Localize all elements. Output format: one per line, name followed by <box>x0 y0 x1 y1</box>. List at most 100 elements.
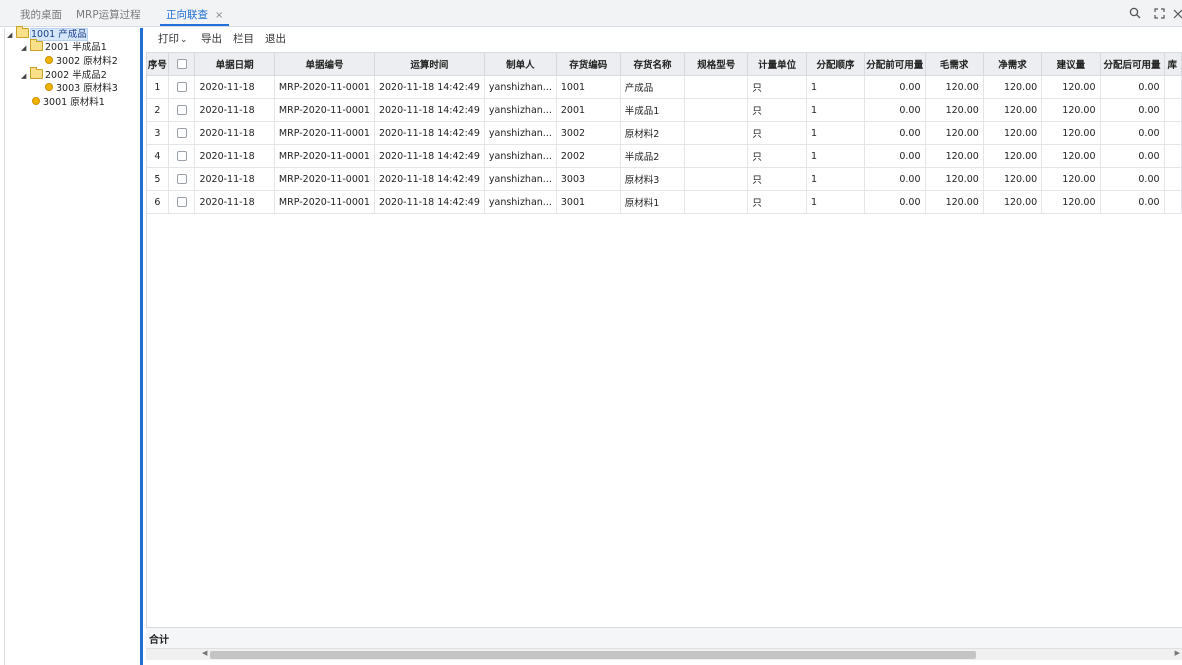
column-header[interactable]: 制单人 <box>483 52 557 76</box>
tree-node-2001[interactable]: ◢ 2001 半成品1 <box>21 39 107 55</box>
table-cell: 1 <box>806 144 865 168</box>
table-cell: 120.00 <box>982 121 1043 145</box>
column-header[interactable]: 库 <box>1163 52 1182 76</box>
column-header[interactable]: 净需求 <box>982 52 1043 76</box>
panel-splitter[interactable] <box>140 28 143 665</box>
table-cell: 2020-11-18 14:42:49 <box>373 75 485 99</box>
search-icon[interactable] <box>1126 4 1144 22</box>
table-cell: 原材料1 <box>619 190 686 214</box>
tree-node-3002[interactable]: 3002 原材料2 <box>45 55 118 69</box>
table-cell: 0.00 <box>1099 167 1165 191</box>
tab-close-icon[interactable]: × <box>215 10 223 21</box>
scroll-left-icon[interactable]: ◀ <box>202 649 207 657</box>
bom-tree: ◢ 1001 产成品 ◢ 2001 半成品1 3002 原材料2 ◢ 2002 半成品… <box>4 26 140 665</box>
columns-button[interactable]: 栏目 <box>233 28 254 50</box>
table-cell: 只 <box>747 167 808 191</box>
print-button[interactable]: 打印⌄ <box>158 28 188 50</box>
table-cell: 0.00 <box>1099 98 1165 122</box>
table-row[interactable]: 5 2020-11-18 MRP-2020-11-0001 2020-11-18 14… <box>146 167 1182 191</box>
expand-arrow-icon[interactable]: ◢ <box>21 41 30 55</box>
select-all-checkbox[interactable] <box>167 52 196 76</box>
table-cell: 1001 <box>555 75 621 99</box>
column-header[interactable]: 单据日期 <box>194 52 275 76</box>
table-cell: 2020-11-18 <box>194 190 275 214</box>
table-cell: 2020-11-18 <box>194 75 275 99</box>
expand-arrow-icon[interactable]: ◢ <box>21 69 30 83</box>
leaf-node-icon <box>45 83 53 91</box>
tree-node-3001[interactable]: 3001 原材料1 <box>32 96 105 110</box>
row-checkbox[interactable] <box>167 98 196 122</box>
column-header[interactable]: 单据编号 <box>273 52 375 76</box>
table-cell <box>1163 75 1182 99</box>
table-row[interactable]: 4 2020-11-18 MRP-2020-11-0001 2020-11-18 14… <box>146 144 1182 168</box>
leaf-node-icon <box>45 56 53 64</box>
column-header[interactable]: 存货名称 <box>619 52 686 76</box>
table-row[interactable]: 3 2020-11-18 MRP-2020-11-0001 2020-11-18 14… <box>146 121 1182 145</box>
tree-node-1001[interactable]: ◢ 1001 产成品 <box>7 26 88 42</box>
tab-mrp-process[interactable]: MRP运算过程 <box>76 0 141 26</box>
table-cell: 120.00 <box>982 190 1043 214</box>
tree-node-2002[interactable]: ◢ 2002 半成品2 <box>21 67 107 83</box>
table-cell: 0.00 <box>1099 144 1165 168</box>
tree-node-3003[interactable]: 3003 原材料3 <box>45 82 118 96</box>
table-cell <box>684 144 749 168</box>
tab-forward-query[interactable]: 正向联查 × <box>160 0 230 26</box>
table-cell: 3002 <box>555 121 621 145</box>
row-checkbox[interactable] <box>167 75 196 99</box>
table-cell: 2020-11-18 14:42:49 <box>373 121 485 145</box>
table-cell <box>1163 121 1182 145</box>
result-table: 序号 单据日期 单据编号 运算时间 制单人 存货编码 存货名称 规格型号 计量单… <box>146 52 1182 214</box>
column-header[interactable]: 毛需求 <box>924 52 984 76</box>
table-cell: 0.00 <box>863 144 926 168</box>
row-checkbox[interactable] <box>167 121 196 145</box>
total-label: 合计 <box>149 635 169 646</box>
table-cell: 0.00 <box>1099 190 1165 214</box>
column-header[interactable]: 分配顺序 <box>806 52 865 76</box>
column-header[interactable]: 建议量 <box>1041 52 1101 76</box>
table-cell: 0.00 <box>863 167 926 191</box>
table-row[interactable]: 2 2020-11-18 MRP-2020-11-0001 2020-11-18 14… <box>146 98 1182 122</box>
fullscreen-icon[interactable] <box>1150 4 1168 22</box>
table-cell: 1 <box>806 167 865 191</box>
table-cell <box>684 190 749 214</box>
table-cell <box>1163 190 1182 214</box>
column-header[interactable]: 计量单位 <box>747 52 808 76</box>
table-cell: yanshizhan... <box>483 167 557 191</box>
table-cell: 0.00 <box>863 98 926 122</box>
row-checkbox[interactable] <box>167 167 196 191</box>
table-row[interactable]: 1 2020-11-18 MRP-2020-11-0001 2020-11-18 14… <box>146 75 1182 99</box>
table-cell: 只 <box>747 98 808 122</box>
table-cell: 原材料2 <box>619 121 686 145</box>
grid-left-border <box>146 52 147 648</box>
table-cell: 2020-11-18 14:42:49 <box>373 167 485 191</box>
column-header[interactable]: 运算时间 <box>373 52 485 76</box>
table-cell: 3001 <box>555 190 621 214</box>
table-cell: 120.00 <box>1041 121 1101 145</box>
table-cell <box>1163 98 1182 122</box>
column-header[interactable]: 存货编码 <box>555 52 621 76</box>
table-cell: 2020-11-18 <box>194 98 275 122</box>
tab-my-desktop[interactable]: 我的桌面 <box>20 0 62 26</box>
export-button[interactable]: 导出 <box>201 28 222 50</box>
leaf-node-icon <box>32 97 40 105</box>
table-cell: 120.00 <box>1041 167 1101 191</box>
table-row[interactable]: 6 2020-11-18 MRP-2020-11-0001 2020-11-18 14… <box>146 190 1182 214</box>
scrollbar-thumb[interactable] <box>210 651 976 659</box>
table-cell: 只 <box>747 121 808 145</box>
row-checkbox[interactable] <box>167 144 196 168</box>
column-header[interactable]: 规格型号 <box>684 52 749 76</box>
column-header[interactable]: 分配后可用量 <box>1099 52 1165 76</box>
table-cell: 2002 <box>555 144 621 168</box>
column-header[interactable]: 序号 <box>146 52 169 76</box>
column-header[interactable]: 分配前可用量 <box>863 52 926 76</box>
close-icon[interactable] <box>1172 4 1182 22</box>
exit-button[interactable]: 退出 <box>265 28 286 50</box>
table-cell: 1 <box>806 75 865 99</box>
expand-arrow-icon[interactable]: ◢ <box>7 28 16 42</box>
row-checkbox[interactable] <box>167 190 196 214</box>
horizontal-scrollbar[interactable]: ◀ ▶ <box>146 648 1182 660</box>
table-cell: 3003 <box>555 167 621 191</box>
table-cell <box>684 98 749 122</box>
table-cell: 120.00 <box>924 190 984 214</box>
scroll-right-icon[interactable]: ▶ <box>1175 649 1180 657</box>
